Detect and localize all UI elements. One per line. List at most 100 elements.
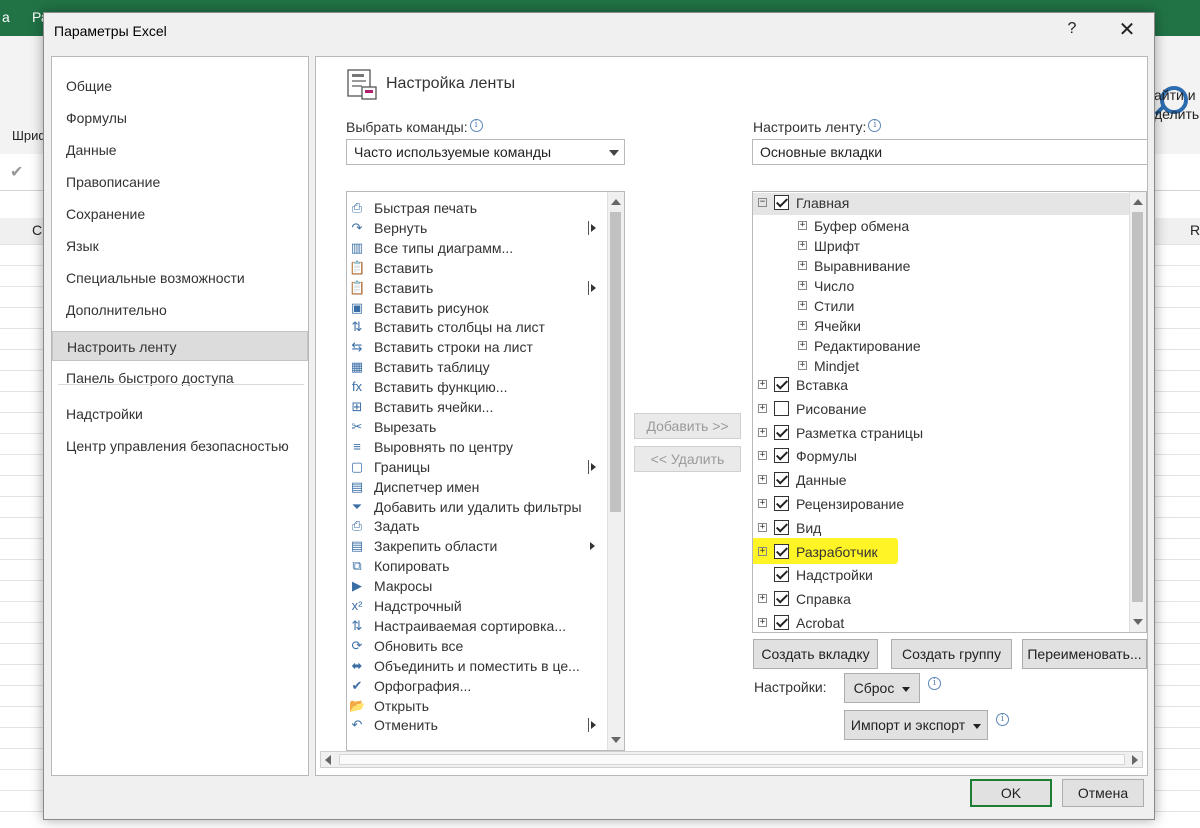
expand-icon[interactable]: + xyxy=(798,221,807,230)
expand-icon[interactable]: + xyxy=(798,281,807,290)
scroll-right-icon[interactable] xyxy=(1132,755,1138,765)
expand-icon[interactable]: + xyxy=(798,261,807,270)
command-item[interactable]: ▦ Вставить таблицу xyxy=(347,357,609,377)
nav-item[interactable]: Правописание xyxy=(52,167,308,197)
command-item[interactable]: ⎙ Быстрая печать xyxy=(347,198,609,218)
command-item[interactable]: 📋 Вставить xyxy=(347,278,609,298)
checkbox[interactable] xyxy=(774,472,789,488)
checkbox[interactable] xyxy=(774,496,789,511)
ok-button[interactable]: OK xyxy=(970,779,1052,807)
checkbox[interactable] xyxy=(774,377,789,392)
checkbox[interactable] xyxy=(774,543,789,559)
command-item[interactable]: 📂 Открыть xyxy=(347,696,609,716)
command-item[interactable]: ▢ Границы xyxy=(347,457,609,477)
scroll-thumb[interactable] xyxy=(610,212,621,512)
scroll-thumb[interactable] xyxy=(1132,212,1143,602)
command-item[interactable]: ≡ Выровнять по центру xyxy=(347,437,609,457)
nav-item[interactable]: Данные xyxy=(52,135,308,165)
expand-icon[interactable]: + xyxy=(798,321,807,330)
scroll-thumb[interactable] xyxy=(339,754,1125,765)
nav-item[interactable]: Специальные возможности xyxy=(52,263,308,293)
commands-scrollbar[interactable] xyxy=(607,192,624,750)
collapse-icon[interactable]: − xyxy=(758,198,767,207)
checkbox[interactable] xyxy=(774,591,789,607)
expand-icon[interactable]: + xyxy=(758,499,767,508)
command-item[interactable]: ⊞ Вставить ячейки... xyxy=(347,397,609,417)
import-export-button[interactable]: Импорт и экспорт xyxy=(844,710,988,740)
command-item[interactable]: ▶ Макросы xyxy=(347,576,609,596)
command-item[interactable]: fx Вставить функцию... xyxy=(347,377,609,397)
new-group-button[interactable]: Создать группу xyxy=(891,639,1012,669)
expand-icon[interactable]: + xyxy=(758,380,767,389)
checkbox[interactable] xyxy=(774,195,789,210)
command-item[interactable]: 📋 Вставить xyxy=(347,258,609,278)
command-item[interactable]: ⇅ Вставить столбцы на лист xyxy=(347,317,609,337)
expand-icon[interactable]: + xyxy=(798,361,807,370)
command-item[interactable]: ⬌ Объединить и поместить в це... xyxy=(347,656,609,676)
expand-icon[interactable]: + xyxy=(798,241,807,250)
reset-button[interactable]: Сброс xyxy=(844,673,920,703)
scroll-up-icon[interactable] xyxy=(1133,199,1143,205)
command-item[interactable]: ✂ Вырезать xyxy=(347,417,609,437)
cancel-button[interactable]: Отмена xyxy=(1062,779,1144,807)
help-button[interactable]: ? xyxy=(1062,20,1082,42)
command-item[interactable]: ⇆ Вставить строки на лист xyxy=(347,337,609,357)
tree-scrollbar[interactable] xyxy=(1129,192,1146,632)
checkbox[interactable] xyxy=(774,400,789,416)
command-item[interactable]: ↶ Отменить xyxy=(347,715,609,735)
expand-icon[interactable]: + xyxy=(798,301,807,310)
close-button[interactable]: ✕ xyxy=(1112,17,1142,43)
expand-icon[interactable]: + xyxy=(758,403,767,413)
nav-item[interactable]: Панель быстрого доступа xyxy=(52,363,308,393)
nav-item[interactable]: Общие xyxy=(52,71,308,101)
horizontal-scrollbar[interactable] xyxy=(320,751,1143,768)
nav-item[interactable]: Язык xyxy=(52,231,308,261)
expand-icon[interactable]: + xyxy=(758,618,767,627)
command-item[interactable]: ▥ Все типы диаграмм... xyxy=(347,238,609,258)
checkbox[interactable] xyxy=(774,448,789,464)
expand-icon[interactable]: + xyxy=(758,522,767,532)
scroll-down-icon[interactable] xyxy=(611,737,621,743)
command-item[interactable]: ✔ Орфография... xyxy=(347,676,609,696)
command-item[interactable]: ⇅ Настраиваемая сортировка... xyxy=(347,616,609,636)
nav-item[interactable]: Центр управления безопасностью xyxy=(52,431,308,461)
rename-button[interactable]: Переименовать... xyxy=(1022,639,1147,669)
scroll-left-icon[interactable] xyxy=(325,755,331,765)
nav-item[interactable]: Настроить ленту xyxy=(52,331,308,361)
add-button[interactable]: Добавить >> xyxy=(634,413,741,439)
expand-icon[interactable]: + xyxy=(758,546,767,556)
commands-list[interactable]: ↶ Отменить 📂 Открыть ✔ Орфография... ⬌ Объедини… xyxy=(346,191,625,751)
nav-item[interactable]: Надстройки xyxy=(52,399,308,429)
choose-commands-select[interactable]: Часто используемые команды xyxy=(346,139,625,165)
nav-item[interactable]: Формулы xyxy=(52,103,308,133)
command-item[interactable]: ⎙ Задать xyxy=(347,516,609,536)
scroll-down-icon[interactable] xyxy=(1133,619,1143,625)
command-item[interactable]: ↷ Вернуть xyxy=(347,218,609,238)
customize-ribbon-value: Основные вкладки xyxy=(760,144,883,160)
nav-item[interactable]: Сохранение xyxy=(52,199,308,229)
checkbox[interactable] xyxy=(774,615,789,630)
info-icon: i xyxy=(868,119,882,132)
command-item[interactable]: ▤ Диспетчер имен xyxy=(347,477,609,497)
expand-icon[interactable]: + xyxy=(758,451,767,461)
scroll-up-icon[interactable] xyxy=(611,199,621,205)
checkbox[interactable] xyxy=(774,567,789,583)
remove-button[interactable]: << Удалить xyxy=(634,446,741,472)
ribbon-tabs-tree[interactable]: − Главная + Буфер обмена + Шрифт + Выравнивание… xyxy=(752,191,1147,633)
command-item[interactable]: ▤ Закрепить области xyxy=(347,536,609,556)
command-item[interactable]: ⧉ Копировать xyxy=(347,556,609,576)
checkbox[interactable] xyxy=(774,424,789,440)
new-tab-button[interactable]: Создать вкладку xyxy=(753,639,878,669)
command-item[interactable]: ▣ Вставить рисунок xyxy=(347,298,609,318)
command-item[interactable]: ⟳ Обновить все xyxy=(347,636,609,656)
nav-item[interactable]: Дополнительно xyxy=(52,295,308,325)
expand-icon[interactable]: + xyxy=(758,475,767,485)
expand-icon[interactable]: + xyxy=(758,594,767,604)
expand-icon[interactable]: + xyxy=(758,427,767,437)
command-item[interactable]: x² Надстрочный xyxy=(347,596,609,616)
expand-icon[interactable]: + xyxy=(798,341,807,350)
checkbox[interactable] xyxy=(774,519,789,535)
command-label: Добавить или удалить фильтры xyxy=(374,498,582,515)
customize-ribbon-select[interactable]: Основные вкладки xyxy=(752,139,1147,165)
command-item[interactable]: ⏷ Добавить или удалить фильтры xyxy=(347,497,609,517)
